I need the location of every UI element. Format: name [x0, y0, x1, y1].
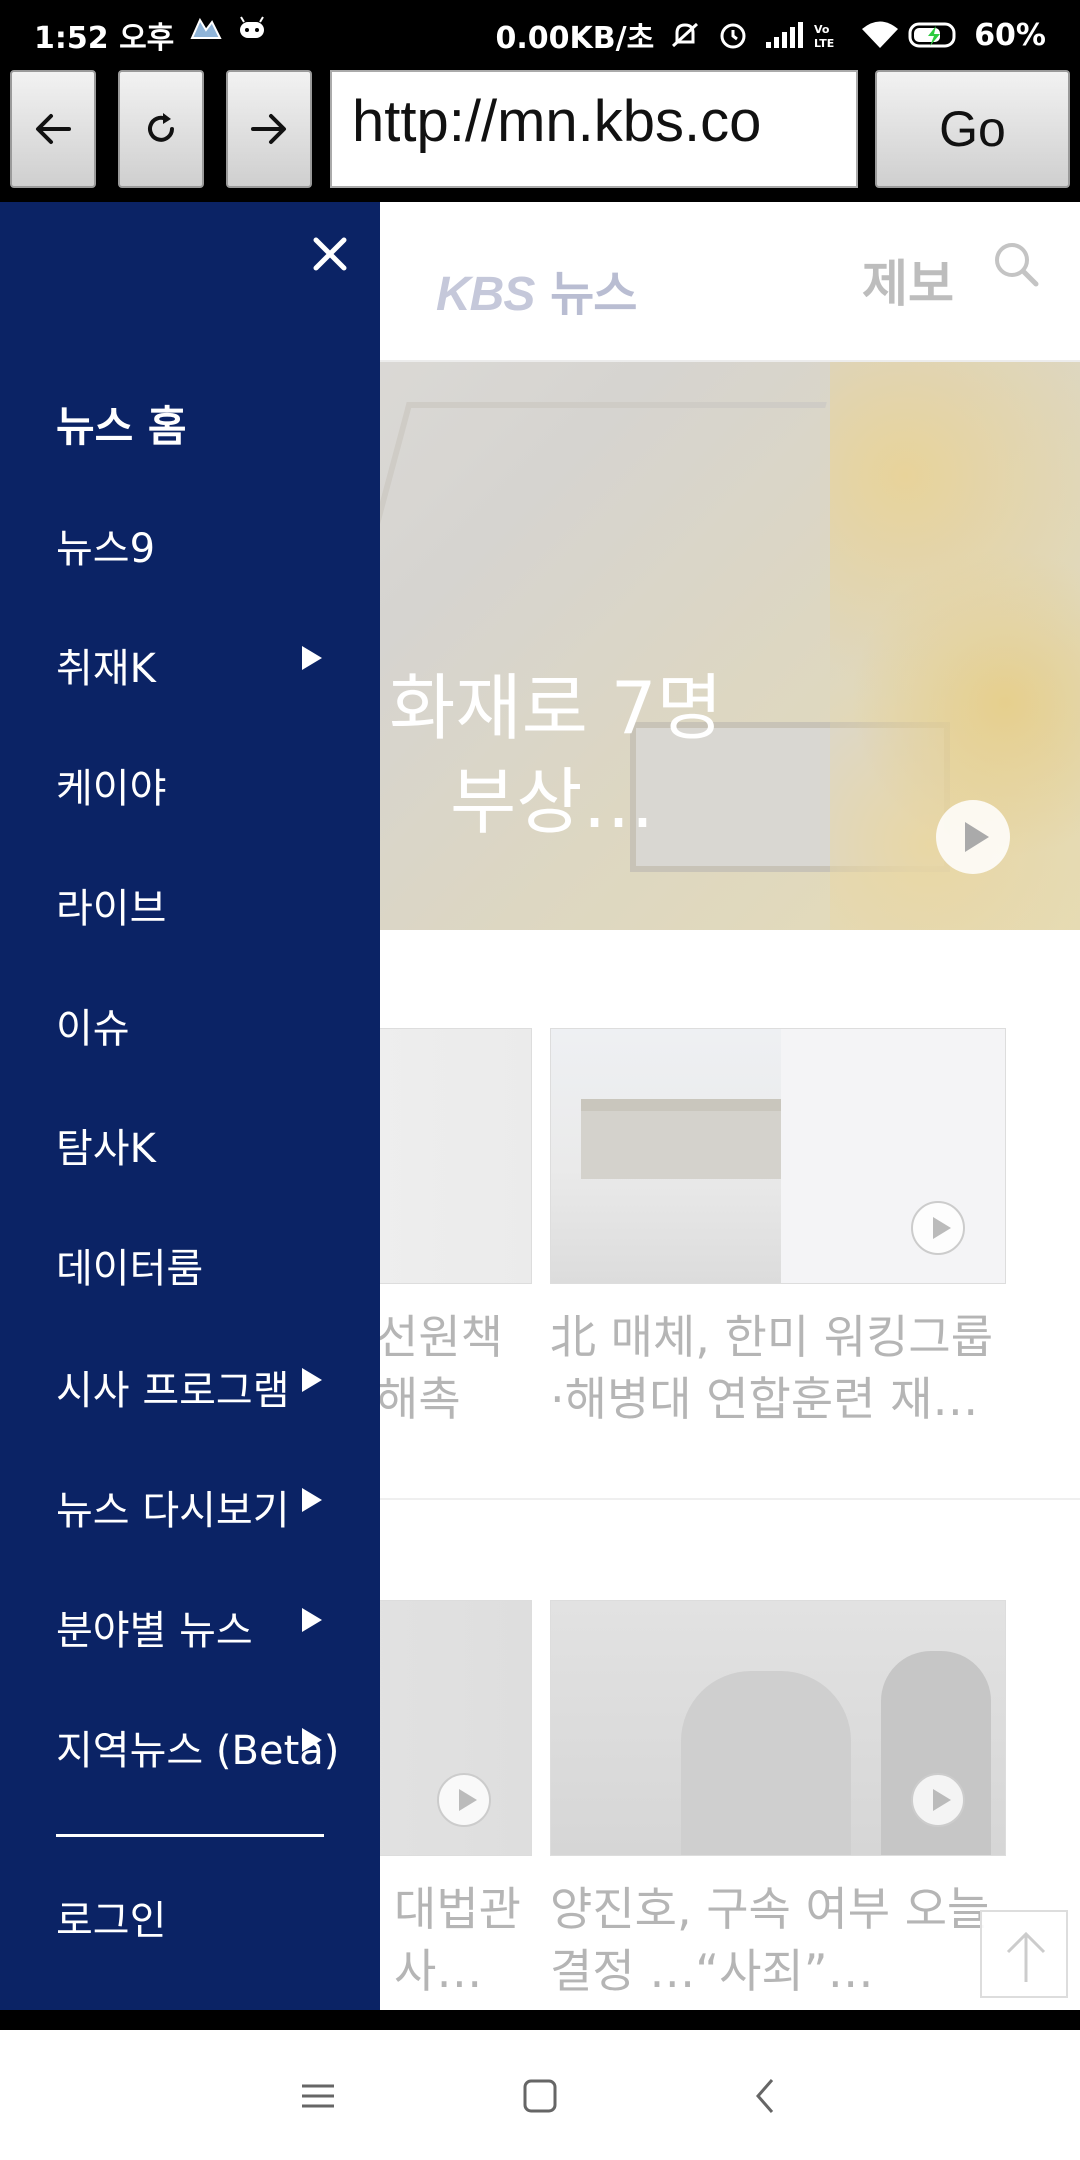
play-icon — [437, 1773, 491, 1827]
arrow-left-icon — [36, 114, 71, 144]
forward-button[interactable] — [226, 70, 312, 188]
back-button[interactable] — [10, 70, 96, 188]
battery-charging-icon — [908, 20, 960, 50]
menu-item-keiya[interactable]: 케이야 — [56, 740, 356, 830]
menu-item-label: 케이야 — [56, 766, 167, 812]
menu-item-label: 뉴스 홈 — [56, 401, 187, 451]
navigation-drawer: 뉴스 홈 뉴스9 취재K 케이야 라이브 이슈 탐사K 데이터룸 시사 프로그램… — [0, 202, 380, 2010]
play-icon[interactable] — [936, 800, 1010, 874]
submenu-arrow-icon[interactable] — [302, 1368, 322, 1392]
menu-item-tamsa-k[interactable]: 탐사K — [56, 1100, 356, 1190]
menu-item-label: 라이브 — [56, 886, 167, 932]
reload-icon — [148, 113, 174, 142]
go-button[interactable]: Go — [875, 70, 1070, 188]
arrow-up-icon — [1006, 1931, 1046, 1982]
volte-icon: Vo LTE — [812, 20, 846, 50]
thumb-building — [581, 1099, 801, 1179]
close-icon[interactable] — [306, 230, 354, 278]
menu-item-news-home[interactable]: 뉴스 홈 — [56, 378, 356, 468]
menu-item-label: 데이터룸 — [56, 1246, 204, 1292]
menu-item-news-by-field[interactable]: 분야별 뉴스 — [56, 1582, 356, 1672]
play-icon — [911, 1201, 965, 1255]
battery-level: 60% — [974, 17, 1046, 53]
menu-item-news9[interactable]: 뉴스9 — [56, 500, 356, 590]
arrow-right-icon — [251, 114, 286, 144]
alarm-icon — [716, 20, 750, 50]
card-title-line1: 양진호, 구속 여부 오늘 — [550, 1882, 990, 1936]
browser-toolbar: http://mn.kbs.co Go — [0, 66, 1080, 202]
thumb-document — [781, 1029, 1005, 1283]
svg-text:Vo: Vo — [814, 23, 830, 36]
drawer-divider — [56, 1834, 324, 1837]
scroll-to-top-button[interactable] — [980, 1910, 1068, 1998]
status-time: 1:52 오후 — [34, 21, 175, 56]
card-thumbnail — [550, 1028, 1006, 1284]
card-title: 北 매체, 한미 워킹그룹 ·해병대 연합훈련 재… — [550, 1306, 1006, 1430]
submenu-arrow-icon[interactable] — [302, 1488, 322, 1512]
submenu-arrow-icon[interactable] — [302, 646, 322, 670]
menu-item-live[interactable]: 라이브 — [56, 860, 356, 950]
logo-kbs-text: KBS — [436, 268, 535, 321]
kbs-news-logo[interactable]: KBS 뉴스 — [436, 254, 637, 324]
system-nav-bar — [0, 2030, 1080, 2160]
card-title-line2: ·해병대 연합훈련 재… — [550, 1372, 979, 1427]
search-icon[interactable] — [990, 238, 1042, 290]
maps-icon — [190, 14, 222, 42]
reload-button[interactable] — [118, 70, 204, 188]
menu-item-news-replay[interactable]: 뉴스 다시보기 — [56, 1462, 356, 1552]
card-thumbnail — [550, 1600, 1006, 1856]
logo-news-text: 뉴스 — [550, 266, 637, 322]
url-input[interactable]: http://mn.kbs.co — [330, 70, 858, 188]
android-icon — [236, 14, 268, 42]
menu-item-issue[interactable]: 이슈 — [56, 980, 356, 1070]
notification-icons — [190, 14, 268, 42]
menu-item-label: 지역뉴스 (Beta) — [56, 1728, 340, 1774]
back-nav-icon[interactable] — [736, 2066, 796, 2126]
card-title-line1: 北 매체, 한미 워킹그룹 — [550, 1310, 994, 1364]
report-button[interactable]: 제보 — [862, 244, 954, 316]
network-speed: 0.00KB/초 — [495, 21, 655, 56]
menu-item-label: 시사 프로그램 — [56, 1368, 290, 1414]
menu-item-chuijae-k[interactable]: 취재K — [56, 620, 356, 710]
menu-item-current-affairs[interactable]: 시사 프로그램 — [56, 1342, 356, 1432]
news-card[interactable]: 北 매체, 한미 워킹그룹 ·해병대 연합훈련 재… — [550, 1028, 1006, 1430]
menu-item-label: 뉴스9 — [56, 526, 156, 572]
recent-apps-icon[interactable] — [288, 2066, 348, 2126]
menu-item-label: 탐사K — [56, 1126, 156, 1172]
submenu-arrow-icon[interactable] — [302, 1728, 322, 1752]
menu-item-login[interactable]: 로그인 — [56, 1872, 356, 1962]
svg-text:LTE: LTE — [814, 37, 834, 50]
card-title-line2: 결정 …“사죄”… — [550, 1944, 874, 1999]
hero-title-line1: 원 화재로 7명 — [300, 666, 723, 750]
wifi-icon — [860, 20, 899, 50]
home-icon[interactable] — [510, 2066, 570, 2126]
menu-item-label: 분야별 뉴스 — [56, 1608, 253, 1654]
play-icon — [911, 1773, 965, 1827]
status-right: 0.00KB/초 Vo LTE 60% — [495, 13, 1046, 57]
thumb-person — [681, 1671, 851, 1855]
submenu-arrow-icon[interactable] — [302, 1608, 322, 1632]
menu-item-label: 이슈 — [56, 1006, 130, 1052]
menu-item-label: 로그인 — [56, 1898, 167, 1944]
news-card[interactable]: 양진호, 구속 여부 오늘 결정 …“사죄”… — [550, 1600, 1006, 2002]
menu-item-label: 취재K — [56, 646, 156, 692]
hero-image-beams — [353, 402, 827, 602]
menu-item-dataroom[interactable]: 데이터룸 — [56, 1220, 356, 1310]
menu-item-regional-news[interactable]: 지역뉴스 (Beta) — [56, 1702, 356, 1792]
bottom-strip — [0, 2010, 1080, 2030]
menu-item-label: 뉴스 다시보기 — [56, 1488, 290, 1534]
status-bar: 1:52 오후 0.00KB/초 Vo LTE 60% — [0, 0, 1080, 66]
mute-icon — [668, 20, 702, 50]
signal-icon — [764, 20, 804, 50]
card-title: 양진호, 구속 여부 오늘 결정 …“사죄”… — [550, 1878, 1006, 2002]
